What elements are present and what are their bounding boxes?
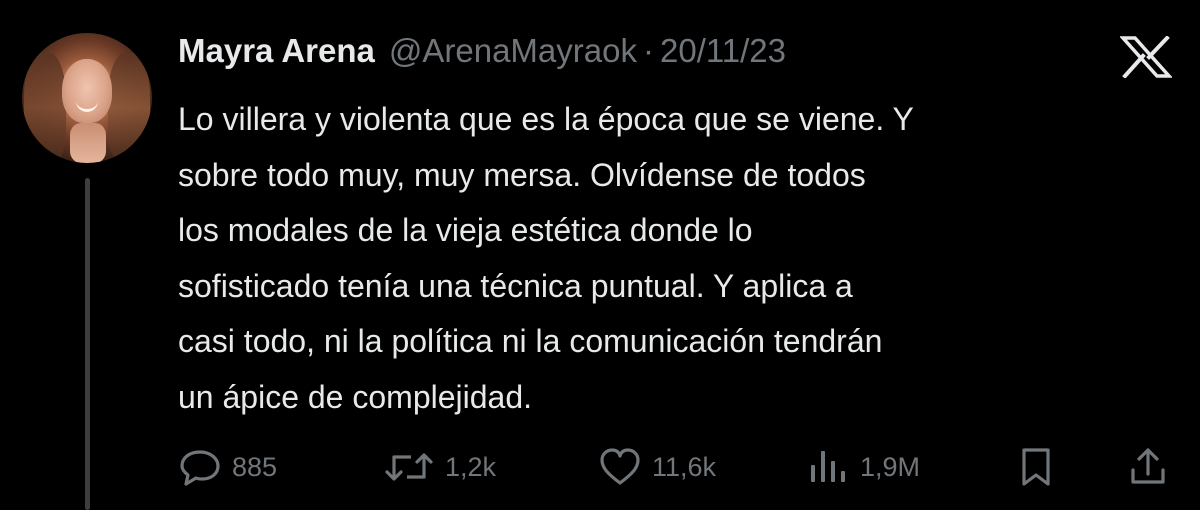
- views-icon: [806, 447, 850, 487]
- tweet-text: Lo villera y violenta que es la época qu…: [178, 92, 1168, 425]
- tweet-text-line: los modales de la vieja estética donde l…: [178, 212, 753, 248]
- x-logo-icon[interactable]: [1119, 35, 1173, 79]
- retweet-count: 1,2k: [445, 451, 497, 482]
- author-name[interactable]: Mayra Arena: [178, 32, 375, 70]
- author-handle[interactable]: @ArenaMayraok: [389, 32, 637, 70]
- reply-button[interactable]: 885: [178, 442, 277, 492]
- tweet-text-line: casi todo, ni la política ni la comunica…: [178, 323, 883, 359]
- avatar-face: [62, 59, 112, 123]
- share-icon: [1128, 446, 1168, 488]
- reply-icon: [178, 447, 222, 487]
- retweet-button[interactable]: 1,2k: [383, 442, 496, 492]
- reply-count: 885: [232, 451, 278, 482]
- avatar-hair-right: [108, 53, 150, 163]
- like-count: 11,6k: [652, 451, 717, 482]
- tweet: Mayra Arena @ArenaMayraok · 20/11/23 Lo …: [0, 0, 1200, 510]
- avatar-neck: [70, 123, 106, 163]
- tweet-text-line: un ápice de complejidad.: [178, 378, 533, 415]
- views-count: 1,9M: [860, 451, 921, 482]
- thread-line: [85, 178, 90, 510]
- tweet-text-line: Lo villera y violenta que es la época qu…: [178, 101, 914, 137]
- tweet-text-line: sofisticado tenía una técnica puntual. Y…: [178, 267, 853, 304]
- header-separator: ·: [642, 32, 654, 69]
- heart-icon: [598, 447, 642, 487]
- share-button[interactable]: [1128, 442, 1168, 492]
- retweet-icon: [383, 447, 435, 487]
- avatar[interactable]: [22, 33, 152, 163]
- views-button[interactable]: 1,9M: [806, 442, 920, 492]
- like-button[interactable]: 11,6k: [598, 442, 716, 492]
- tweet-text-line: sobre todo muy, muy mersa. Olvídense de …: [178, 156, 866, 193]
- bookmark-button[interactable]: [1016, 442, 1056, 492]
- tweet-date[interactable]: 20/11/23: [660, 32, 786, 70]
- action-bar: 885 1,2k 11,6k 1,9M: [178, 442, 1178, 492]
- tweet-header: Mayra Arena @ArenaMayraok · 20/11/23: [178, 32, 786, 76]
- bookmark-icon: [1016, 446, 1056, 488]
- avatar-hair-left: [24, 53, 66, 163]
